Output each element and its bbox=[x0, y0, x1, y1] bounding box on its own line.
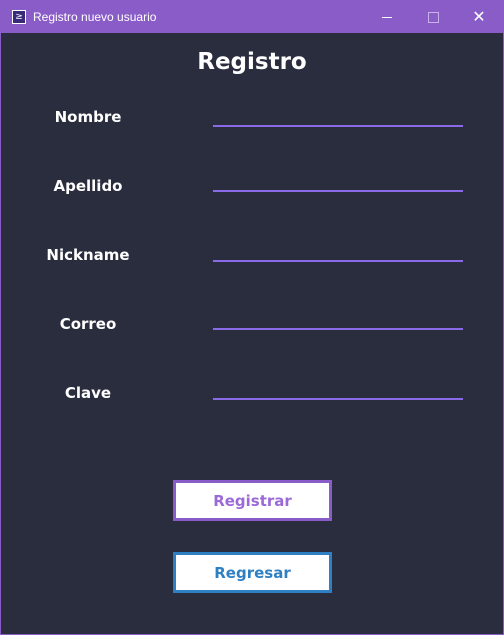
minimize-button[interactable] bbox=[364, 1, 410, 33]
minimize-icon bbox=[382, 16, 392, 18]
correo-label: Correo bbox=[59, 315, 117, 333]
maximize-icon bbox=[427, 11, 439, 23]
app-icon: ≥ bbox=[12, 10, 26, 24]
nombre-label: Nombre bbox=[54, 108, 122, 126]
registration-window: ≥ Registro nuevo usuario ✕ Registro Nomb… bbox=[0, 0, 504, 635]
apellido-label: Apellido bbox=[53, 177, 123, 195]
clave-input[interactable] bbox=[213, 398, 463, 400]
close-icon: ✕ bbox=[472, 7, 486, 26]
correo-input[interactable] bbox=[213, 328, 463, 330]
nombre-input[interactable] bbox=[213, 125, 463, 127]
back-button[interactable]: Regresar bbox=[173, 552, 332, 593]
apellido-input[interactable] bbox=[213, 190, 463, 192]
maximize-button[interactable] bbox=[410, 1, 456, 33]
close-button[interactable]: ✕ bbox=[456, 1, 502, 33]
clave-label: Clave bbox=[64, 384, 112, 402]
nickname-label: Nickname bbox=[46, 246, 130, 264]
register-button[interactable]: Registrar bbox=[173, 480, 332, 521]
form-heading: Registro bbox=[197, 49, 307, 75]
window-title: Registro nuevo usuario bbox=[33, 10, 157, 24]
title-bar[interactable]: ≥ Registro nuevo usuario ✕ bbox=[1, 1, 503, 33]
nickname-input[interactable] bbox=[213, 260, 463, 262]
